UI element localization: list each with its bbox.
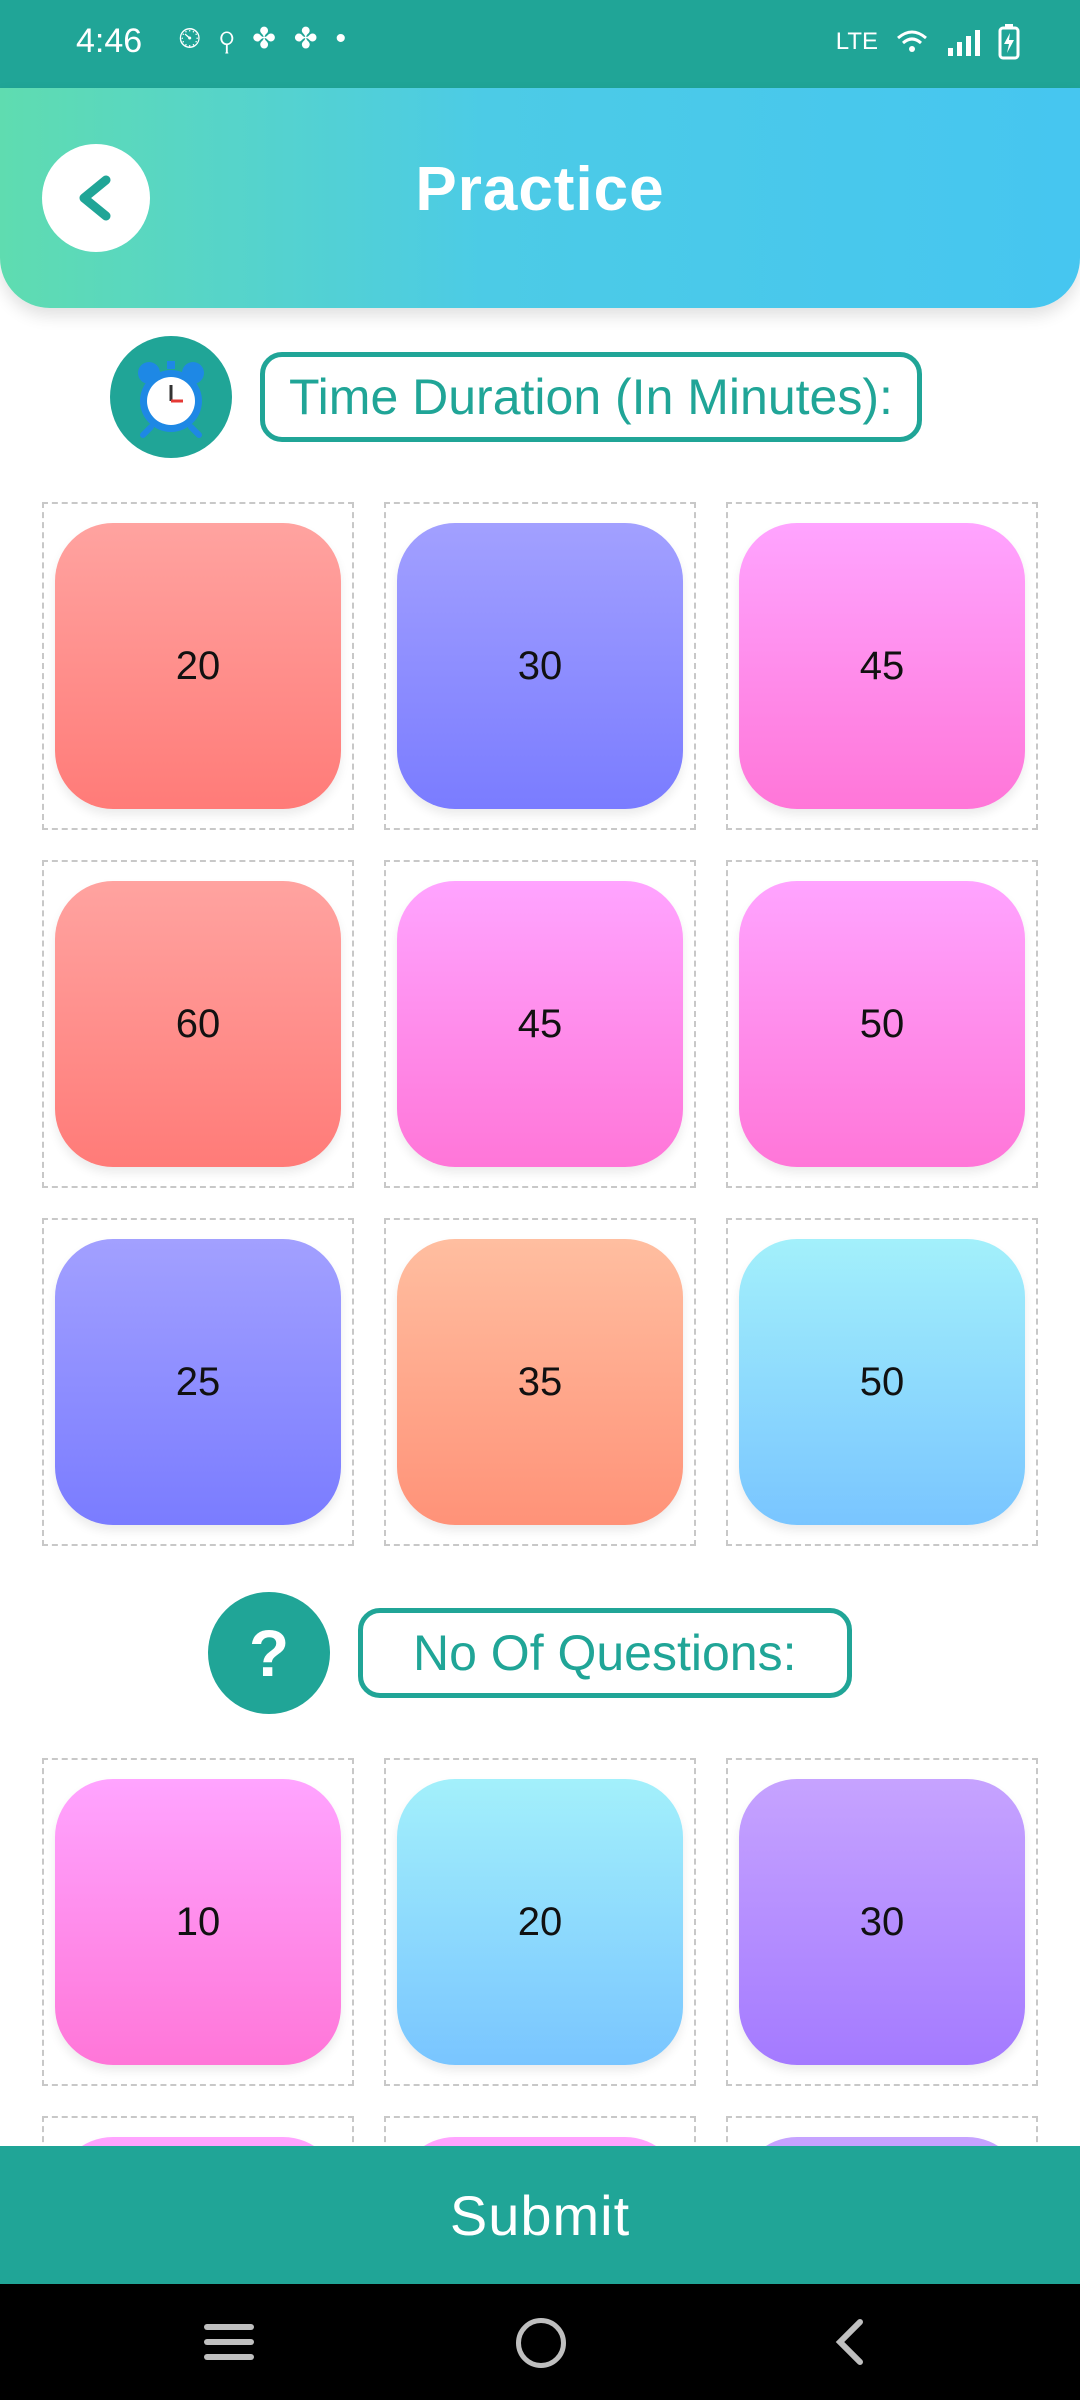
fan-icon: ✤: [293, 22, 336, 55]
question-option-tile[interactable]: 30: [739, 1779, 1025, 2065]
location-icon: ⚲: [219, 22, 253, 55]
time-option-tile[interactable]: 45: [739, 523, 1025, 809]
time-option-cell: 35: [384, 1218, 696, 1546]
status-bar: 4:46 ⏲⚲✤✤• LTE: [0, 0, 1080, 88]
question-option-cell: 10: [42, 1758, 354, 2086]
questions-label: No Of Questions:: [358, 1608, 852, 1698]
question-option-tile[interactable]: [739, 2137, 1025, 2146]
time-option-tile[interactable]: 30: [397, 523, 683, 809]
question-option-cell: 20: [384, 1758, 696, 2086]
time-option-tile[interactable]: 50: [739, 881, 1025, 1167]
app-header: Practice: [0, 88, 1080, 308]
alarm-clock-icon: [138, 361, 204, 438]
time-option-tile[interactable]: 35: [397, 1239, 683, 1525]
question-count-options: 10 20 30: [42, 1758, 1038, 2146]
time-option-tile[interactable]: 60: [55, 881, 341, 1167]
question-option-cell: 30: [726, 1758, 1038, 2086]
system-icons: LTE: [836, 24, 1020, 60]
dot-icon: •: [335, 22, 365, 55]
notification-icons: ⏲⚲✤✤•: [178, 22, 364, 56]
question-option-tile[interactable]: 20: [397, 1779, 683, 2065]
questions-heading: ? No Of Questions:: [208, 1592, 852, 1714]
time-option-cell: 25: [42, 1218, 354, 1546]
time-option-cell: 20: [42, 502, 354, 830]
question-mark-icon: ?: [248, 1616, 290, 1690]
home-icon[interactable]: [516, 2318, 566, 2368]
question-option-cell: [42, 2116, 354, 2146]
network-label: LTE: [835, 28, 878, 55]
alarm-clock-badge: [110, 336, 232, 458]
question-option-tile[interactable]: [55, 2137, 341, 2146]
question-option-cell: [384, 2116, 696, 2146]
submit-button[interactable]: Submit: [0, 2146, 1080, 2284]
time-option-cell: 30: [384, 502, 696, 830]
time-option-tile[interactable]: 25: [55, 1239, 341, 1525]
wifi-icon: [897, 30, 927, 52]
question-option-cell: [726, 2116, 1038, 2146]
time-option-cell: 45: [726, 502, 1038, 830]
signal-icon: [948, 30, 980, 56]
alarm-icon: ⏲: [178, 22, 220, 55]
time-duration-heading: Time Duration (In Minutes):: [110, 336, 922, 458]
fan-icon: ✤: [252, 22, 294, 55]
question-option-tile[interactable]: [397, 2137, 683, 2146]
time-duration-options: 20 30 45 60 45 50 25 35 50: [42, 502, 1038, 1546]
time-option-cell: 45: [384, 860, 696, 1188]
time-option-cell: 60: [42, 860, 354, 1188]
questions-scroll-area: 10 20 30: [0, 1758, 1080, 2146]
question-option-tile[interactable]: 10: [55, 1779, 341, 2065]
recent-apps-icon[interactable]: [204, 2324, 254, 2369]
battery-charging-icon: [998, 24, 1020, 60]
status-time: 4:46: [76, 22, 143, 60]
system-nav-bar: [0, 2284, 1080, 2400]
back-nav-icon[interactable]: [832, 2318, 866, 2366]
time-option-cell: 50: [726, 1218, 1038, 1546]
time-option-tile[interactable]: 20: [55, 523, 341, 809]
time-option-tile[interactable]: 45: [397, 881, 683, 1167]
time-duration-label: Time Duration (In Minutes):: [260, 352, 922, 442]
time-option-cell: 50: [726, 860, 1038, 1188]
time-option-tile[interactable]: 50: [739, 1239, 1025, 1525]
page-title: Practice: [415, 155, 665, 224]
question-badge: ?: [208, 1592, 330, 1714]
